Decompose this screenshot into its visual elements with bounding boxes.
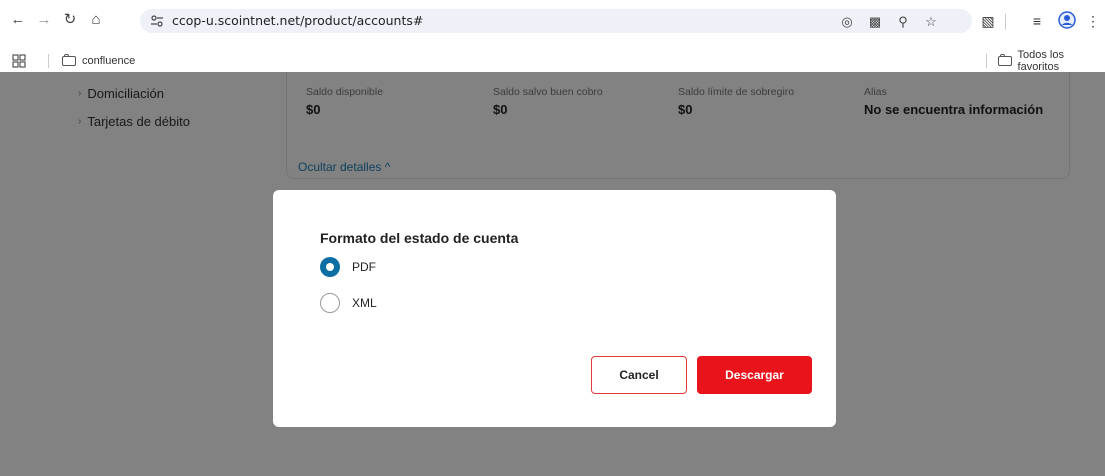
extensions-icon[interactable]: ▧ xyxy=(978,11,998,31)
radio-selected-icon[interactable] xyxy=(320,257,340,277)
toolbar-divider xyxy=(1005,14,1006,30)
site-info-icon[interactable] xyxy=(150,14,164,28)
bookmarks-divider xyxy=(48,54,49,68)
translate-icon[interactable]: ▩ xyxy=(866,13,884,31)
reading-list-icon[interactable]: ≡ xyxy=(1027,11,1047,31)
reload-icon[interactable]: ↻ xyxy=(60,10,80,30)
option-pdf[interactable]: PDF xyxy=(320,257,376,277)
home-icon[interactable]: ⌂ xyxy=(86,10,106,30)
radio-unselected-icon[interactable] xyxy=(320,293,340,313)
star-icon[interactable]: ☆ xyxy=(922,13,940,31)
zoom-icon[interactable]: ⚲ xyxy=(894,13,912,31)
option-label: PDF xyxy=(352,260,376,274)
bookmarks-bar: confluence Todos los favoritos xyxy=(0,49,1105,73)
address-bar[interactable]: ccop-u.scointnet.net/product/accounts# ◎… xyxy=(140,9,972,33)
profile-icon[interactable] xyxy=(1057,11,1077,31)
folder-icon xyxy=(998,54,1012,66)
url-text[interactable]: ccop-u.scointnet.net/product/accounts# xyxy=(172,13,423,29)
apps-grid-icon[interactable] xyxy=(12,54,26,68)
forward-icon[interactable]: → xyxy=(34,10,54,30)
back-icon[interactable]: ← xyxy=(8,10,28,30)
location-icon[interactable]: ◎ xyxy=(838,13,856,31)
bookmarks-divider xyxy=(986,54,987,68)
bookmark-label: confluence xyxy=(82,55,136,67)
all-bookmarks-label: Todos los favoritos xyxy=(1017,49,1064,73)
browser-toolbar: ← → ↻ ⌂ ccop-u.scointnet.net/product/acc… xyxy=(0,0,1105,50)
more-icon[interactable]: ⋮ xyxy=(1083,11,1103,31)
bookmark-folder-confluence[interactable]: confluence xyxy=(62,54,135,68)
dialog-title: Formato del estado de cuenta xyxy=(320,230,519,246)
statement-format-dialog: Formato del estado de cuenta PDF XML Can… xyxy=(273,190,836,427)
folder-icon xyxy=(62,54,76,66)
option-xml[interactable]: XML xyxy=(320,293,377,313)
download-button[interactable]: Descargar xyxy=(697,356,812,394)
cancel-button[interactable]: Cancel xyxy=(591,356,687,394)
all-bookmarks-folder[interactable]: Todos los favoritos xyxy=(998,49,1105,73)
option-label: XML xyxy=(352,296,377,310)
